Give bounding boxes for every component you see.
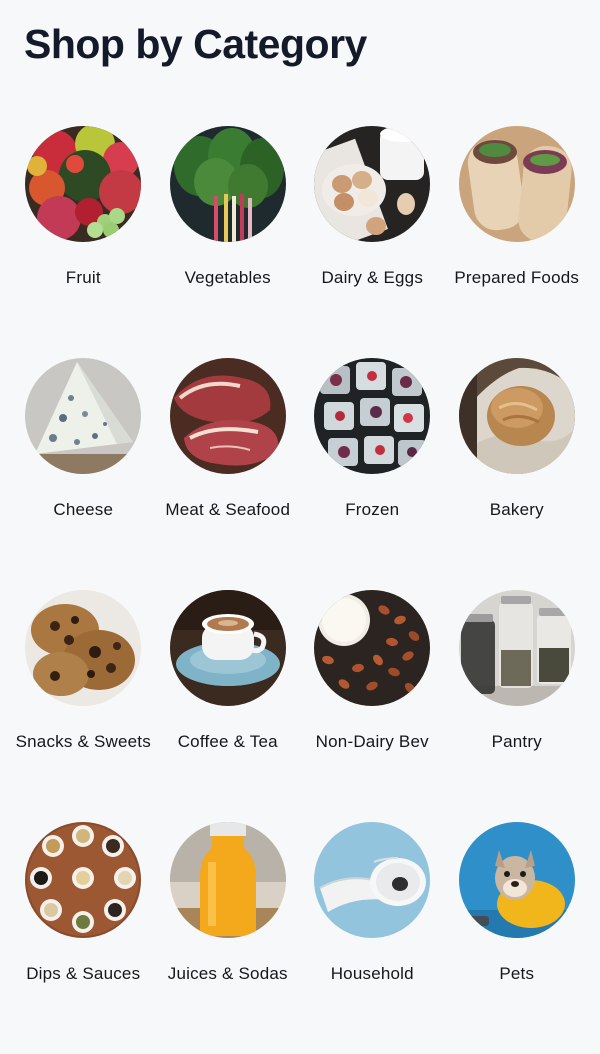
- frozen-icon: [314, 358, 431, 474]
- page-title: Shop by Category: [24, 21, 367, 67]
- vegetables-icon: [169, 126, 286, 242]
- household-icon: [314, 822, 431, 938]
- pets-icon: [458, 822, 575, 938]
- category-tile-pets[interactable]: Pets: [445, 822, 590, 1054]
- category-tile-meat-seafood[interactable]: Meat & Seafood: [156, 358, 301, 590]
- category-tile-prepared-foods[interactable]: Prepared Foods: [445, 126, 590, 358]
- category-tile-fruit[interactable]: Fruit: [11, 126, 156, 358]
- category-tile-dips-sauces[interactable]: Dips & Sauces: [11, 822, 156, 1054]
- category-tile-household[interactable]: Household: [300, 822, 445, 1054]
- category-tile-coffee-tea[interactable]: Coffee & Tea: [156, 590, 301, 822]
- category-label: Fruit: [65, 268, 101, 287]
- juices-sodas-icon: [169, 822, 286, 938]
- category-label: Non-Dairy Bev: [315, 732, 429, 751]
- fruit-icon: [25, 126, 142, 242]
- dairy-eggs-icon: [314, 126, 431, 242]
- category-label: Prepared Foods: [454, 268, 580, 287]
- prepared-foods-icon: [458, 126, 575, 242]
- category-label: Dairy & Eggs: [321, 268, 424, 287]
- category-tile-dairy-eggs[interactable]: Dairy & Eggs: [300, 126, 445, 358]
- category-label: Cheese: [53, 500, 114, 519]
- category-tile-bakery[interactable]: Bakery: [445, 358, 590, 590]
- category-label: Household: [330, 964, 414, 983]
- coffee-tea-icon: [169, 590, 286, 706]
- snacks-sweets-icon: [25, 590, 142, 706]
- category-label: Vegetables: [184, 268, 271, 287]
- bakery-icon: [458, 358, 575, 474]
- category-label: Meat & Seafood: [165, 500, 291, 519]
- category-tile-cheese[interactable]: Cheese: [11, 358, 156, 590]
- category-label: Frozen: [345, 500, 400, 519]
- category-label: Bakery: [489, 500, 544, 519]
- meat-seafood-icon: [169, 358, 286, 474]
- cheese-icon: [25, 358, 142, 474]
- category-label: Juices & Sodas: [167, 964, 288, 983]
- category-tile-juices-sodas[interactable]: Juices & Sodas: [156, 822, 301, 1054]
- category-label: Dips & Sauces: [26, 964, 141, 983]
- category-tile-vegetables[interactable]: Vegetables: [156, 126, 301, 358]
- category-tile-non-dairy-bev[interactable]: Non-Dairy Bev: [300, 590, 445, 822]
- category-label: Coffee & Tea: [177, 732, 278, 751]
- dips-sauces-icon: [25, 822, 142, 938]
- pantry-icon: [458, 590, 575, 706]
- category-grid: Fruit Vegetables Dairy & Eggs Prepared F…: [0, 126, 600, 1054]
- category-label: Snacks & Sweets: [15, 732, 151, 751]
- non-dairy-bev-icon: [314, 590, 431, 706]
- category-tile-snacks-sweets[interactable]: Snacks & Sweets: [11, 590, 156, 822]
- category-page: Shop by Category Fruit Vegetables Dairy …: [0, 0, 600, 1030]
- category-label: Pets: [499, 964, 535, 983]
- category-label: Pantry: [491, 732, 542, 751]
- category-tile-pantry[interactable]: Pantry: [445, 590, 590, 822]
- category-tile-frozen[interactable]: Frozen: [300, 358, 445, 590]
